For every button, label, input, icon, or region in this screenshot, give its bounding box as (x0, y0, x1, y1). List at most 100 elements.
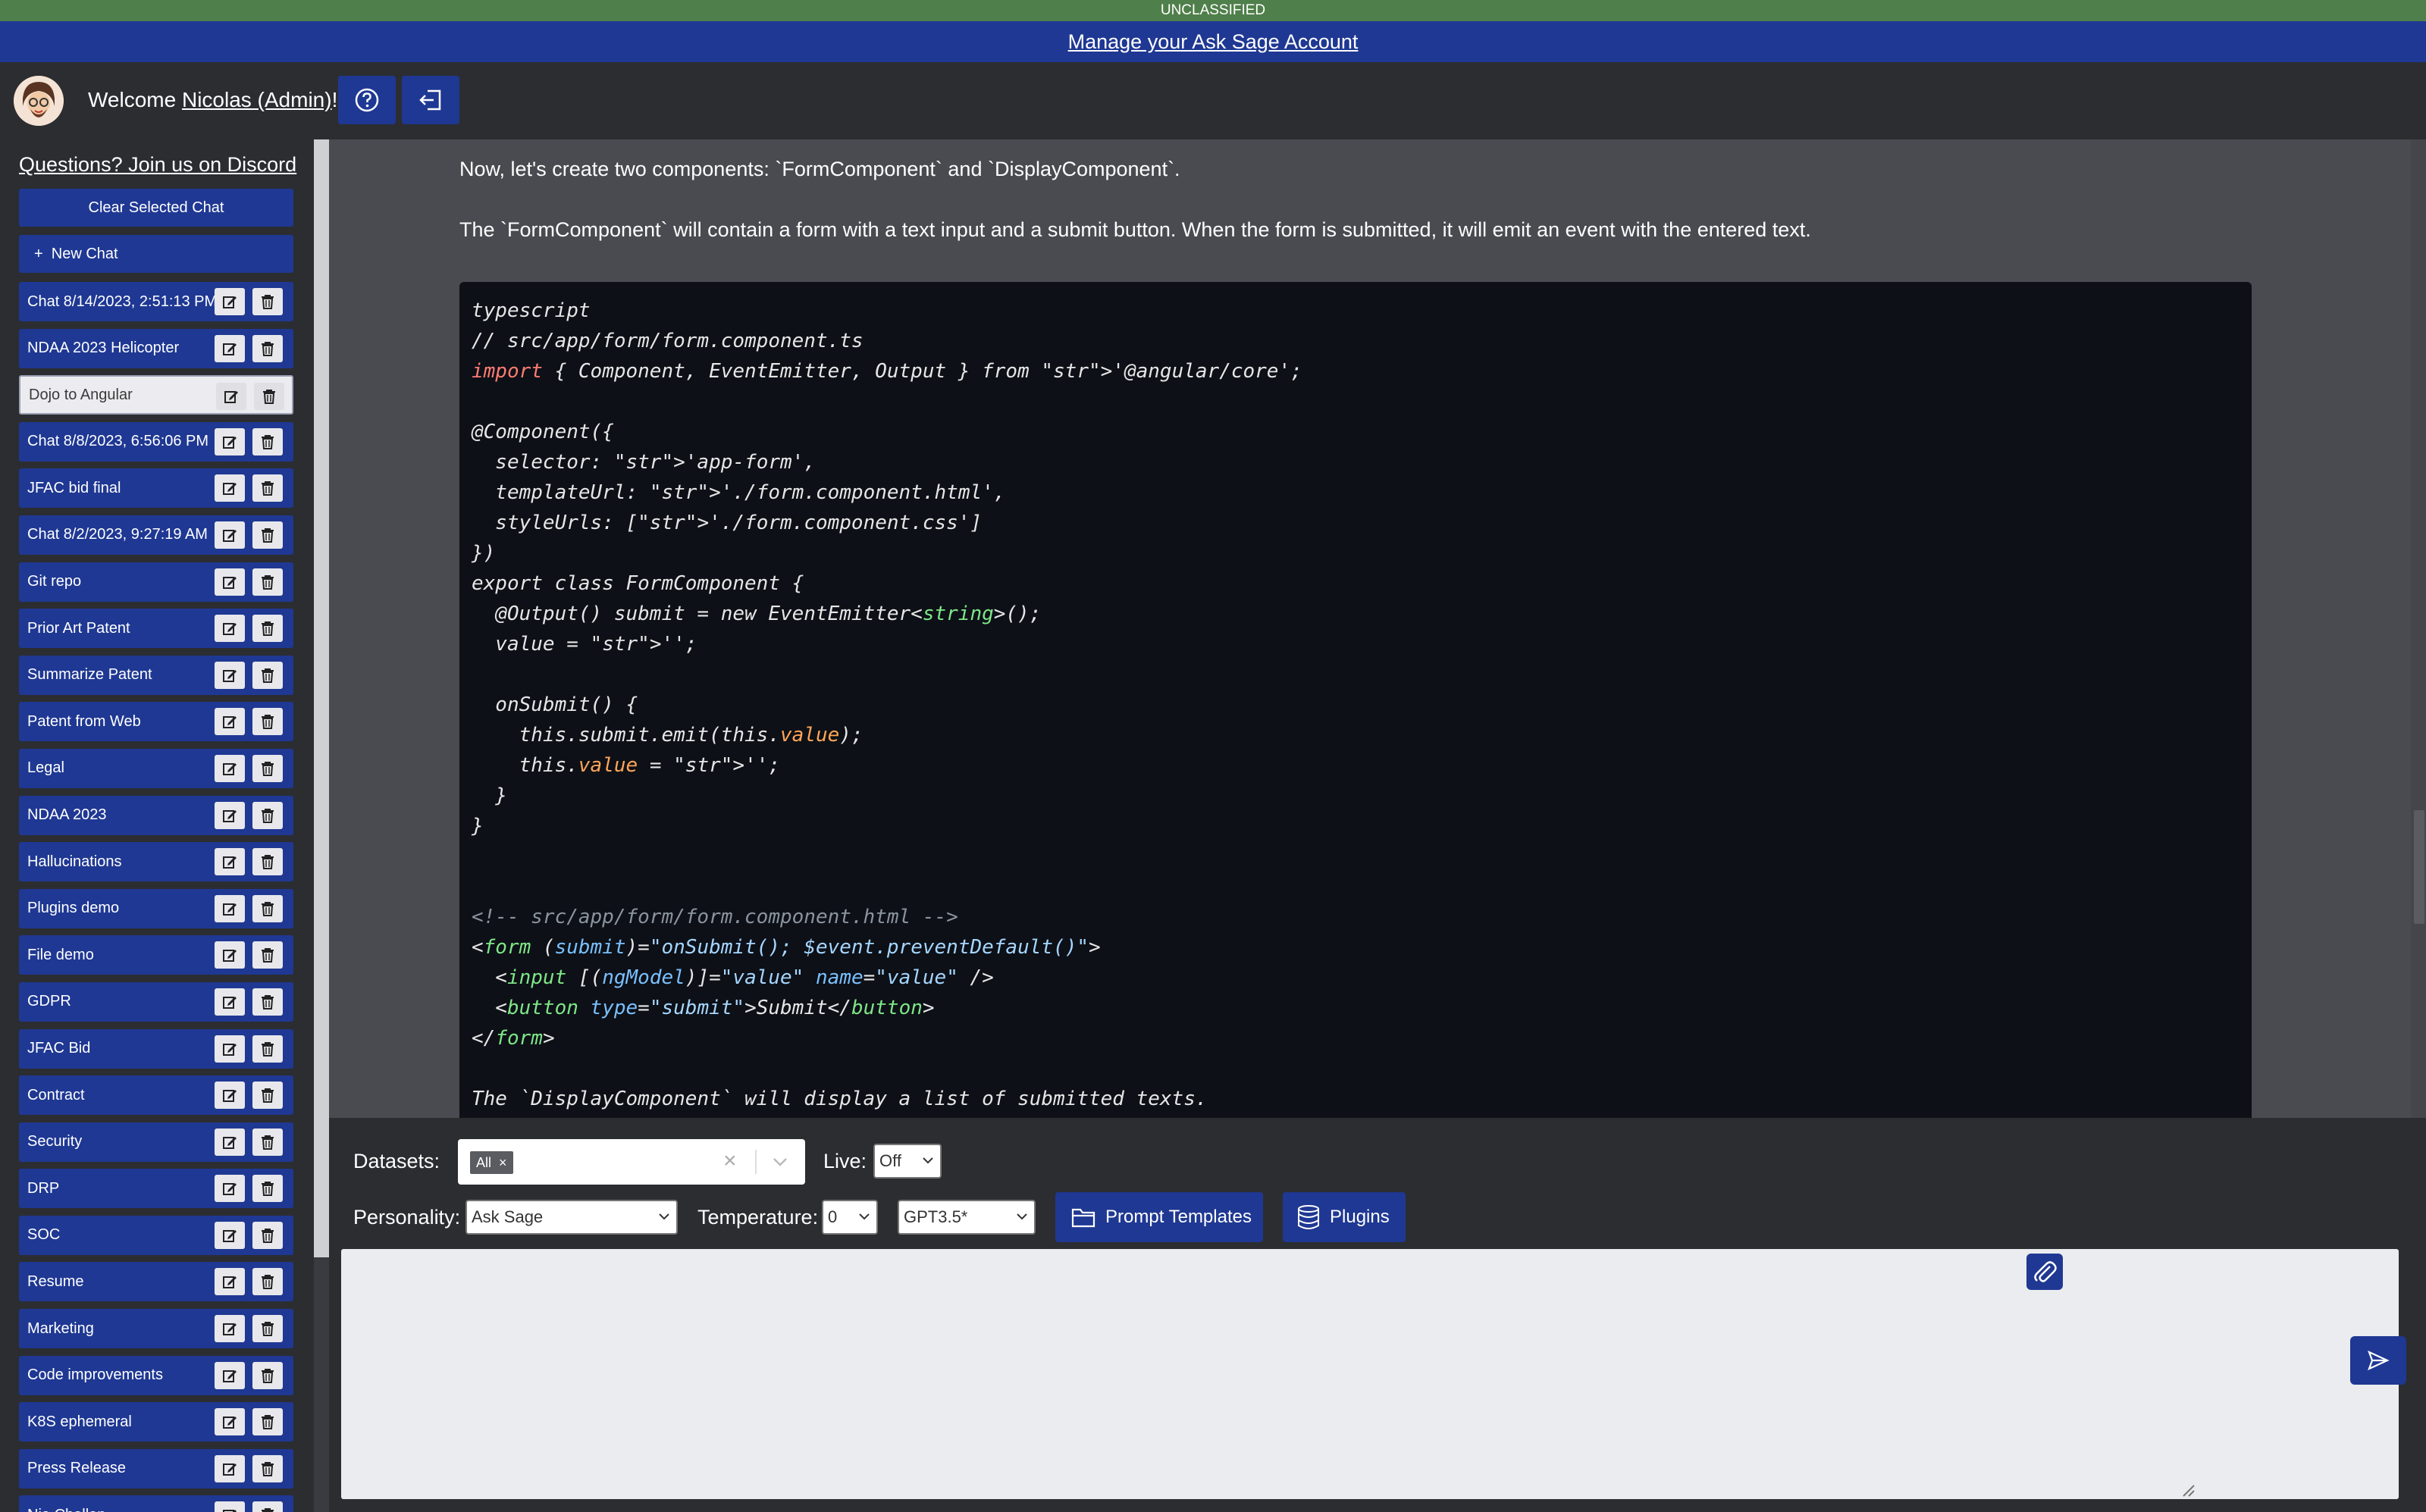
delete-chat-button[interactable] (254, 383, 284, 411)
delete-chat-button[interactable] (252, 708, 283, 736)
edit-chat-button[interactable] (215, 334, 245, 362)
new-chat-button[interactable]: + New Chat (19, 235, 293, 273)
chat-item[interactable]: SOC (19, 1215, 293, 1255)
delete-chat-button[interactable] (252, 568, 283, 596)
delete-chat-button[interactable] (252, 1361, 283, 1389)
chat-item[interactable]: Press Release (19, 1448, 293, 1489)
chat-item[interactable]: K8S ephemeral (19, 1402, 293, 1442)
personality-select[interactable]: Ask Sage (465, 1200, 678, 1235)
chat-item[interactable]: Resume (19, 1262, 293, 1302)
edit-chat-button[interactable] (215, 521, 245, 549)
chat-item[interactable]: Security (19, 1122, 293, 1162)
chat-item[interactable]: Hallucinations (19, 842, 293, 882)
edit-chat-button[interactable] (215, 568, 245, 596)
chat-item[interactable]: Patent from Web (19, 702, 293, 742)
edit-chat-button[interactable] (215, 1268, 245, 1296)
chevron-down-icon[interactable] (772, 1156, 788, 1168)
edit-chat-button[interactable] (215, 1082, 245, 1110)
delete-chat-button[interactable] (252, 1128, 283, 1156)
chat-item[interactable]: Dojo to Angular (19, 375, 293, 415)
chat-item[interactable]: Summarize Patent (19, 655, 293, 695)
edit-chat-button[interactable] (215, 1175, 245, 1203)
edit-chat-button[interactable] (215, 848, 245, 876)
delete-chat-button[interactable] (252, 1221, 283, 1249)
clear-icon[interactable]: × (723, 1148, 737, 1174)
chat-item[interactable]: Chat 8/2/2023, 9:27:19 AM (19, 515, 293, 555)
delete-chat-button[interactable] (252, 615, 283, 643)
sidebar-scroll-thumb[interactable] (314, 139, 329, 1257)
chat-scroll-thumb[interactable] (2414, 810, 2424, 924)
model-select[interactable]: GPT3.5* (898, 1200, 1036, 1235)
edit-chat-button[interactable] (215, 1408, 245, 1436)
delete-chat-button[interactable] (252, 1315, 283, 1343)
chat-item[interactable]: Prior Art Patent (19, 609, 293, 649)
delete-chat-button[interactable] (252, 894, 283, 922)
manage-account-link[interactable]: Manage your Ask Sage Account (1068, 30, 1359, 54)
delete-chat-button[interactable] (252, 474, 283, 502)
plugins-button[interactable]: Plugins (1283, 1192, 1406, 1242)
edit-chat-button[interactable] (215, 1501, 245, 1512)
user-name-link[interactable]: Nicolas (Admin) (182, 88, 332, 111)
delete-chat-button[interactable] (252, 1501, 283, 1512)
chat-scrollbar[interactable] (2411, 139, 2426, 1118)
edit-chat-button[interactable] (215, 1128, 245, 1156)
edit-chat-button[interactable] (215, 894, 245, 922)
delete-chat-button[interactable] (252, 1454, 283, 1482)
chat-item[interactable]: Chat 8/8/2023, 6:56:06 PM (19, 421, 293, 462)
delete-chat-button[interactable] (252, 334, 283, 362)
chat-item[interactable]: JFAC bid final (19, 468, 293, 509)
message-input[interactable] (341, 1249, 2399, 1499)
attach-file-button[interactable] (2026, 1254, 2063, 1290)
help-button[interactable] (338, 76, 396, 124)
edit-chat-button[interactable] (215, 661, 245, 689)
discord-link[interactable]: Questions? Join us on Discord (19, 153, 296, 177)
edit-chat-button[interactable] (215, 288, 245, 315)
edit-chat-button[interactable] (215, 1315, 245, 1343)
chat-item[interactable]: Chat 8/14/2023, 2:51:13 PM (19, 282, 293, 321)
delete-chat-button[interactable] (252, 754, 283, 782)
delete-chat-button[interactable] (252, 1268, 283, 1296)
chat-item[interactable]: Legal (19, 748, 293, 788)
chat-item[interactable]: NDAA 2023 Helicopter (19, 328, 293, 368)
edit-chat-button[interactable] (215, 615, 245, 643)
clear-selected-chat-button[interactable]: Clear Selected Chat (19, 189, 293, 227)
delete-chat-button[interactable] (252, 1035, 283, 1063)
datasets-select[interactable]: All × × (458, 1139, 805, 1185)
chat-item[interactable]: Marketing (19, 1309, 293, 1349)
edit-chat-button[interactable] (215, 427, 245, 455)
logout-button[interactable] (402, 76, 459, 124)
delete-chat-button[interactable] (252, 521, 283, 549)
live-select[interactable]: Off (873, 1144, 942, 1179)
chat-item[interactable]: JFAC Bid (19, 1028, 293, 1069)
edit-chat-button[interactable] (215, 988, 245, 1016)
delete-chat-button[interactable] (252, 801, 283, 829)
delete-chat-button[interactable] (252, 1408, 283, 1436)
delete-chat-button[interactable] (252, 988, 283, 1016)
sidebar-scrollbar[interactable] (314, 139, 329, 1512)
edit-chat-button[interactable] (215, 754, 245, 782)
edit-chat-button[interactable] (215, 474, 245, 502)
delete-chat-button[interactable] (252, 1082, 283, 1110)
chat-item[interactable]: GDPR (19, 981, 293, 1022)
edit-chat-button[interactable] (216, 383, 246, 411)
chat-item[interactable]: Contract (19, 1075, 293, 1116)
edit-chat-button[interactable] (215, 1221, 245, 1249)
chat-item[interactable]: DRP (19, 1169, 293, 1209)
chat-item[interactable]: Plugins demo (19, 888, 293, 928)
chat-item[interactable]: File demo (19, 935, 293, 975)
prompt-templates-button[interactable]: Prompt Templates (1055, 1192, 1263, 1242)
edit-chat-button[interactable] (215, 708, 245, 736)
delete-chat-button[interactable] (252, 1175, 283, 1203)
resize-handle-icon[interactable] (2180, 1482, 2196, 1498)
edit-chat-button[interactable] (215, 1361, 245, 1389)
edit-chat-button[interactable] (215, 1454, 245, 1482)
chat-item[interactable]: NDAA 2023 (19, 795, 293, 835)
delete-chat-button[interactable] (252, 941, 283, 969)
send-button[interactable] (2350, 1336, 2406, 1385)
delete-chat-button[interactable] (252, 661, 283, 689)
delete-chat-button[interactable] (252, 288, 283, 315)
edit-chat-button[interactable] (215, 941, 245, 969)
chat-item[interactable]: Git repo (19, 562, 293, 602)
delete-chat-button[interactable] (252, 427, 283, 455)
edit-chat-button[interactable] (215, 1035, 245, 1063)
